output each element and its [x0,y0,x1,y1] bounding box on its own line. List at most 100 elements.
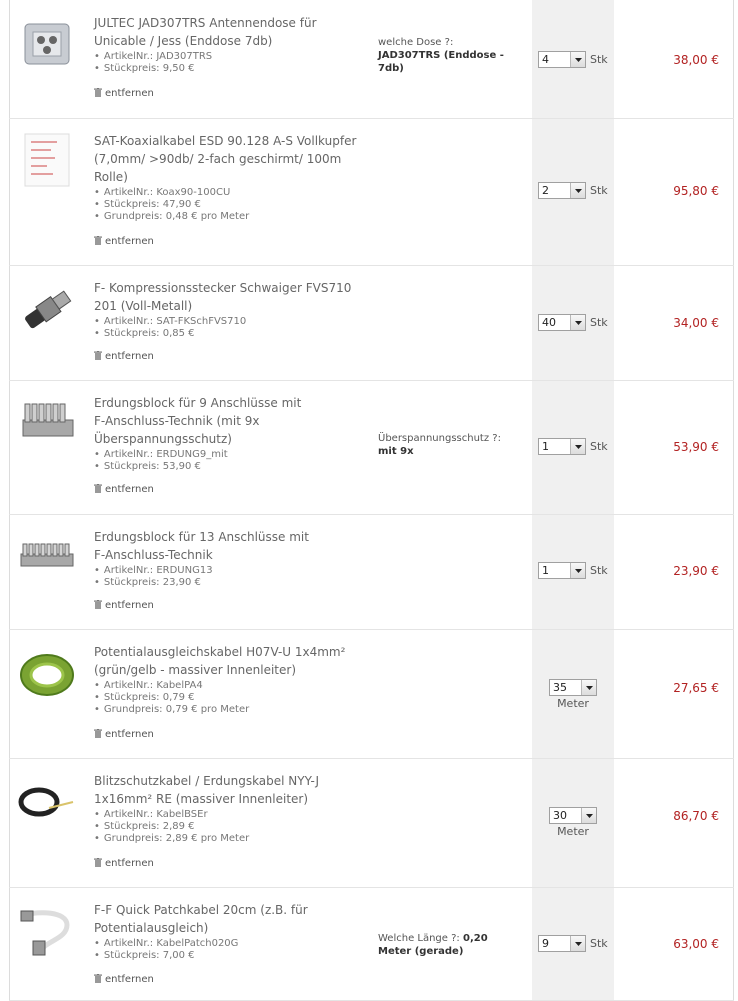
product-name-link[interactable]: Blitzschutzkabel / Erdungskabel NYY-J 1x1… [94,772,369,808]
remove-item-button[interactable]: entfernen [94,351,154,362]
product-attribute: • Stückpreis: 9,50 € [94,63,195,74]
line-total-price: 86,70 € [673,809,719,823]
product-name-line: (7,0mm/ >90db/ 2-fach geschirmt/ 100m [94,152,342,166]
product-info: F-F Quick Patchkabel 20cm (z.B. für Poten… [94,901,369,962]
antenna-socket-icon[interactable] [17,14,77,74]
option-value: Meter (gerade) [378,946,464,957]
bullet: • [94,211,100,222]
option-label: Überspannungsschutz ?: [378,433,501,444]
line-total-price: 23,90 € [673,564,719,578]
bullet: • [94,950,100,961]
quantity-control: 2 Stk [538,182,608,199]
product-name-link[interactable]: Erdungsblock für 9 Anschlüsse mit F-Ansch… [94,394,369,448]
bullet: • [94,328,100,339]
product-name-line: Unicable / Jess (Enddose 7db) [94,34,273,48]
product-name-line: (grün/gelb - massiver Innenleiter) [94,663,297,677]
remove-item-button[interactable]: entfernen [94,974,154,985]
chevron-down-icon[interactable] [570,183,585,198]
line-total-price: 63,00 € [673,937,719,951]
connector-icon[interactable] [17,279,77,339]
product-name-link[interactable]: Potentialausgleichskabel H07V-U 1x4mm² (g… [94,643,369,679]
product-name-link[interactable]: Erdungsblock für 13 Anschlüsse mit F-Ansc… [94,528,369,564]
trash-icon [94,88,102,97]
quantity-select[interactable]: 9 [538,935,586,952]
product-attribute: • ArtikelNr.: KabelPatch020G [94,938,239,949]
remove-item-button[interactable]: entfernen [94,236,154,247]
grounding-block-icon[interactable] [17,394,77,454]
bullet: • [94,63,100,74]
chevron-down-icon[interactable] [570,439,585,454]
chevron-down-icon[interactable] [570,52,585,67]
chevron-down-icon[interactable] [570,563,585,578]
cart-row: F-F Quick Patchkabel 20cm (z.B. für Poten… [9,887,734,1001]
chevron-down-icon[interactable] [570,936,585,951]
green-cable-coil-icon[interactable] [17,643,77,703]
product-option: Überspannungsschutz ?: mit 9x [378,432,528,458]
product-name-line: F-F Quick Patchkabel 20cm (z.B. für [94,903,308,917]
patch-cable-icon[interactable] [17,901,77,961]
product-name-line: JULTEC JAD307TRS Antennendose für [94,16,317,30]
product-name-link[interactable]: JULTEC JAD307TRS Antennendose für Unicabl… [94,14,369,50]
line-total-price: 53,90 € [673,440,719,454]
bullet: • [94,704,100,715]
product-attribute: • ArtikelNr.: KabelBSEr [94,809,208,820]
product-name-line: 1x16mm² RE (massiver Innenleiter) [94,792,309,806]
chevron-down-icon[interactable] [570,315,585,330]
product-name-line: SAT-Koaxialkabel ESD 90.128 A-S Vollkupf… [94,134,357,148]
quantity-unit: Stk [590,564,608,577]
bullet: • [94,692,100,703]
bullet: • [94,199,100,210]
product-name-line: Potentialausgleich) [94,921,209,935]
quantity-select[interactable]: 1 [538,438,586,455]
cable-diagram-icon[interactable] [17,130,77,190]
product-attribute: • Stückpreis: 0,85 € [94,328,195,339]
quantity-select[interactable]: 4 [538,51,586,68]
trash-icon [94,484,102,493]
trash-icon [94,974,102,983]
product-option: Welche Länge ?: 0,20 Meter (gerade) [378,932,528,958]
bullet: • [94,680,100,691]
quantity-unit: Stk [590,937,608,950]
quantity-unit: Meter [557,697,589,710]
remove-item-button[interactable]: entfernen [94,858,154,869]
quantity-select[interactable]: 1 [538,562,586,579]
quantity-unit: Stk [590,316,608,329]
option-value: JAD307TRS (Enddose - [378,50,504,61]
cart-row: JULTEC JAD307TRS Antennendose für Unicabl… [9,0,734,119]
remove-item-button[interactable]: entfernen [94,600,154,611]
trash-icon [94,858,102,867]
bullet: • [94,833,100,844]
option-value: 0,20 [462,933,488,944]
quantity-control: 4 Stk [538,51,608,68]
product-option: welche Dose ?: JAD307TRS (Enddose - 7db) [378,36,528,75]
product-attribute: • Stückpreis: 23,90 € [94,577,201,588]
product-name-line: F-Anschluss-Technik [94,548,213,562]
black-cable-coil-icon[interactable] [17,772,77,832]
bullet: • [94,565,100,576]
trash-icon [94,600,102,609]
remove-item-button[interactable]: entfernen [94,484,154,495]
quantity-select[interactable]: 2 [538,182,586,199]
remove-item-button[interactable]: entfernen [94,88,154,99]
product-name-link[interactable]: F-F Quick Patchkabel 20cm (z.B. für Poten… [94,901,369,937]
remove-item-button[interactable]: entfernen [94,729,154,740]
quantity-control: 1 Stk [538,438,608,455]
product-name-link[interactable]: SAT-Koaxialkabel ESD 90.128 A-S Vollkupf… [94,132,369,186]
chevron-down-icon[interactable] [581,680,596,695]
bullet: • [94,461,100,472]
chevron-down-icon[interactable] [581,808,596,823]
quantity-select[interactable]: 35 [549,679,597,696]
option-label: welche Dose ?: [378,37,454,48]
product-name-link[interactable]: F- Kompressionsstecker Schwaiger FVS710 2… [94,279,369,315]
grounding-block-13-icon[interactable] [17,526,77,586]
bullet: • [94,187,100,198]
line-total-price: 95,80 € [673,184,719,198]
product-attribute: • Grundpreis: 2,89 € pro Meter [94,833,250,844]
quantity-select[interactable]: 40 [538,314,586,331]
cart-table: JULTEC JAD307TRS Antennendose für Unicabl… [0,0,738,1001]
cart-row: F- Kompressionsstecker Schwaiger FVS710 2… [9,265,734,381]
cart-row: Erdungsblock für 9 Anschlüsse mit F-Ansch… [9,380,734,515]
quantity-unit: Stk [590,53,608,66]
quantity-select[interactable]: 30 [549,807,597,824]
quantity-unit: Stk [590,440,608,453]
